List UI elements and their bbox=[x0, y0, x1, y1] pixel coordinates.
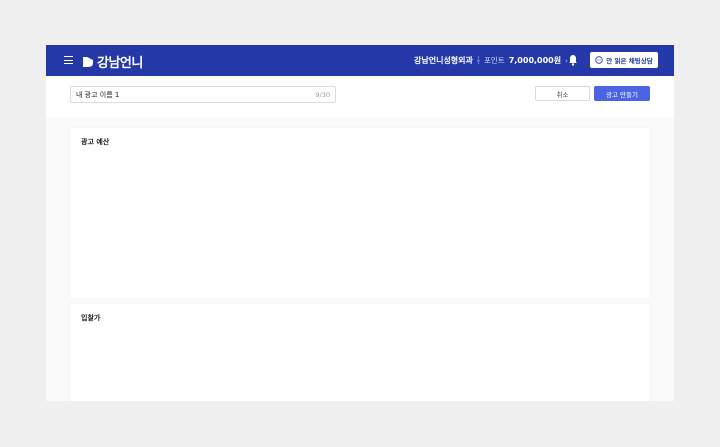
logo-icon bbox=[83, 57, 93, 67]
unread-chat-button[interactable]: 안 읽은 채팅상담 bbox=[590, 52, 658, 68]
budget-section-title: 광고 예산 bbox=[81, 138, 110, 146]
ad-toolbar: 내 광고 이름 1 9/30 취소 광고 만들기 bbox=[46, 76, 674, 118]
brand-name: 강남언니 bbox=[97, 56, 143, 71]
points-value: 7,000,000원 bbox=[508, 56, 562, 65]
divider bbox=[478, 56, 479, 64]
hospital-name: 강남언니성형외과 bbox=[414, 56, 473, 65]
top-navigation-bar: 강남언니 강남언니성형외과 ⌄ 포인트 7,000,000원 › 안 읽은 채팅… bbox=[46, 45, 674, 76]
chat-icon bbox=[595, 56, 603, 64]
budget-section: 광고 예산 bbox=[70, 128, 650, 298]
bell-icon[interactable] bbox=[568, 54, 578, 66]
points-link[interactable]: 포인트 7,000,000원 › bbox=[484, 55, 568, 66]
cancel-button[interactable]: 취소 bbox=[535, 86, 590, 101]
brand-logo[interactable]: 강남언니 bbox=[82, 52, 143, 71]
chat-button-label: 안 읽은 채팅상담 bbox=[606, 57, 653, 65]
create-ad-button[interactable]: 광고 만들기 bbox=[594, 86, 650, 101]
ad-name-input[interactable]: 내 광고 이름 1 9/30 bbox=[70, 86, 336, 103]
points-label: 포인트 bbox=[484, 56, 505, 65]
bid-section-title: 입찰가 bbox=[81, 314, 101, 322]
bid-section: 입찰가 bbox=[70, 304, 650, 401]
ad-name-char-count: 9/30 bbox=[315, 90, 330, 99]
app-frame: 강남언니 강남언니성형외과 ⌄ 포인트 7,000,000원 › 안 읽은 채팅… bbox=[46, 45, 674, 401]
menu-icon[interactable] bbox=[64, 56, 73, 64]
ad-name-value: 내 광고 이름 1 bbox=[76, 90, 120, 99]
hospital-selector[interactable]: 강남언니성형외과 ⌄ bbox=[414, 55, 481, 66]
